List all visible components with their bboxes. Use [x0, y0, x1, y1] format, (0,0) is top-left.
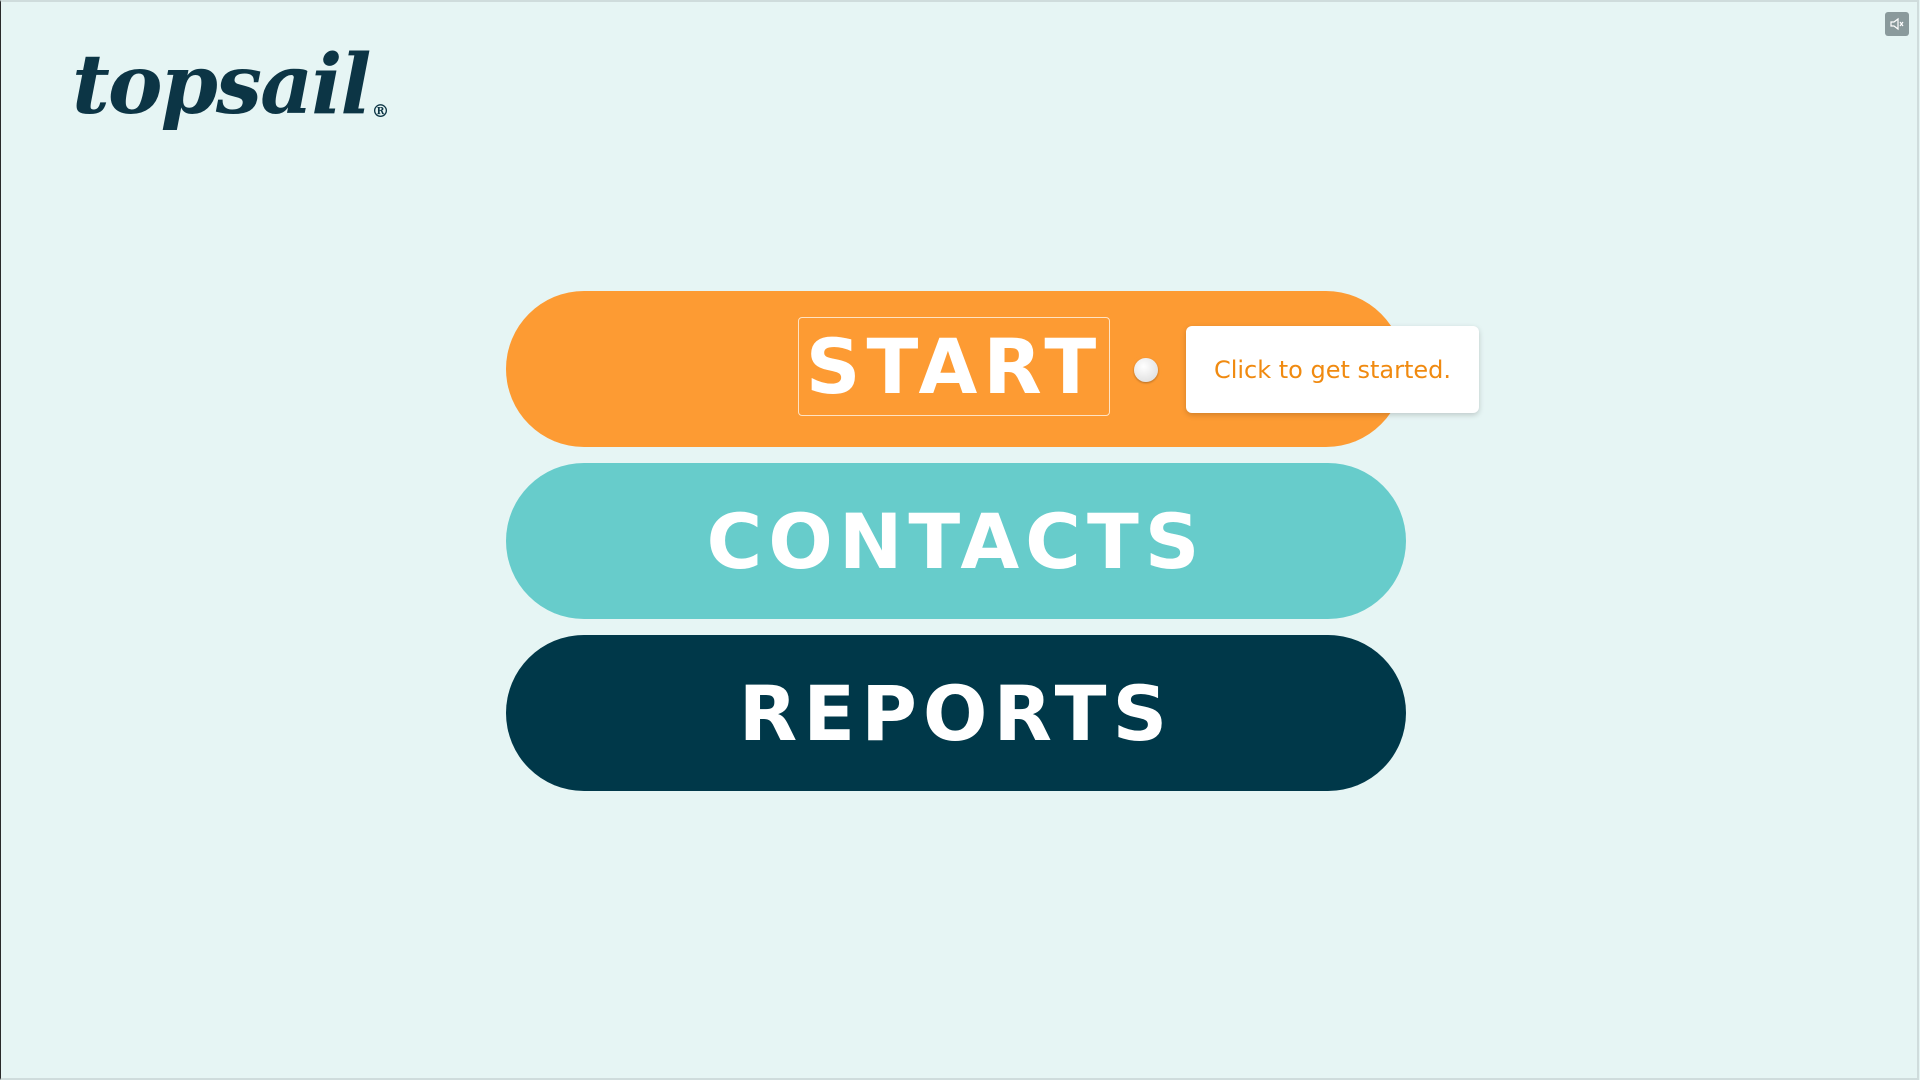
tooltip-text: Click to get started. [1213, 355, 1452, 384]
topsail-logo: topsail ® [72, 44, 390, 126]
hotspot-dot-icon [1134, 358, 1158, 382]
start-label[interactable]: START [798, 317, 1110, 416]
mute-button[interactable] [1885, 12, 1909, 36]
registered-mark: ® [371, 100, 390, 122]
contacts-button[interactable]: CONTACTS [506, 463, 1406, 619]
logo-text: topsail [72, 37, 372, 133]
start-tooltip: Click to get started. [1186, 326, 1479, 413]
reports-button[interactable]: REPORTS [506, 635, 1406, 791]
contacts-label: CONTACTS [706, 496, 1206, 586]
reports-label: REPORTS [738, 668, 1174, 758]
speaker-muted-icon [1890, 17, 1904, 31]
hotspot-marker[interactable] [1130, 354, 1162, 386]
